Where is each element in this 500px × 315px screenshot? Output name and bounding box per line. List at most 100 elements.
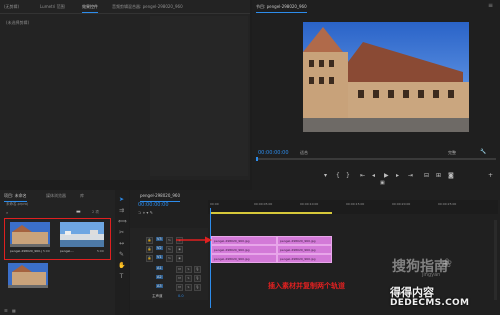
project-item-duration-1: 5:00: [43, 249, 50, 253]
program-monitor-panel: 节目: pengel-298020_960 ≡ 00:00:00:00 适合 完…: [252, 0, 500, 190]
go-to-in-icon[interactable]: ⇤: [360, 172, 365, 179]
sequence-building-thumbnail: [8, 263, 48, 288]
extract-icon[interactable]: ⊞: [436, 172, 441, 179]
a2-label[interactable]: A2: [156, 275, 163, 279]
v1-label[interactable]: V1: [156, 255, 163, 259]
clip-v3-2[interactable]: pengel-298020_960.jpg: [277, 236, 332, 245]
export-frame-icon[interactable]: ◙: [448, 172, 454, 179]
pen-tool-icon[interactable]: ✎: [118, 251, 125, 258]
master-track-label: 主声道: [152, 294, 163, 298]
a2-solo-icon[interactable]: S: [185, 275, 192, 282]
search-icon[interactable]: ⌕: [6, 210, 8, 215]
tab-audio-mixer[interactable]: 音频剪辑混合器: pengel-298020_960: [112, 2, 183, 12]
track-select-tool-icon[interactable]: ⇉: [118, 207, 125, 214]
project-item-name-2[interactable]: pengel-...: [60, 249, 74, 253]
project-item-thumbnail-1[interactable]: [10, 222, 50, 247]
razor-tool-icon[interactable]: ✂: [118, 229, 125, 236]
ruler-label-4: 00:00:20:00: [392, 202, 411, 206]
clip-v3-1[interactable]: pengel-298020_960.jpg: [211, 236, 277, 245]
panel-divider: [0, 13, 250, 14]
timeline-timecode[interactable]: 00:00:00:00: [138, 202, 169, 208]
ruler-label-0: 00:00: [210, 202, 219, 206]
watermark-logo: 搜狗指南 ❀ jingyan 得得内容 DEDECMS.COM: [384, 254, 500, 315]
watermark-site-url: DEDECMS.COM: [390, 298, 470, 308]
program-scrub-bar[interactable]: [256, 158, 496, 160]
a3-label[interactable]: A3: [156, 284, 163, 288]
tab-source[interactable]: (无剪辑): [4, 2, 19, 12]
tab-effect-controls[interactable]: 效果控件: [82, 2, 98, 13]
icon-view-icon[interactable]: ▦: [12, 308, 16, 313]
a1-solo-icon[interactable]: S: [185, 266, 192, 273]
tab-libraries[interactable]: 库: [80, 191, 84, 201]
add-marker-icon[interactable]: ▾: [324, 172, 327, 179]
slip-tool-icon[interactable]: ↔: [118, 240, 125, 247]
v2-eye-icon[interactable]: ◉: [176, 246, 183, 253]
selection-tool-icon[interactable]: ➤: [118, 196, 125, 203]
fit-dropdown[interactable]: 适合: [300, 150, 308, 156]
play-icon[interactable]: ▶: [384, 172, 389, 179]
a3-mic-icon[interactable]: 🎙: [194, 284, 201, 291]
ripple-edit-tool-icon[interactable]: ⟺: [118, 218, 127, 225]
program-timecode[interactable]: 00:00:00:00: [258, 150, 289, 156]
tab-media-browser[interactable]: 媒体浏览器: [46, 191, 66, 201]
ruler-label-2: 00:00:10:00: [300, 202, 319, 206]
clip-v2-2[interactable]: pengel-298020_960.jpg: [277, 245, 332, 254]
clip-v1-2[interactable]: pengel-298020_960.jpg: [277, 254, 332, 263]
hand-tool-icon[interactable]: ✋: [118, 262, 125, 269]
v2-sync-icon[interactable]: ⇆: [166, 246, 173, 253]
new-bin-icon[interactable]: ▬: [76, 209, 81, 215]
playhead-marker[interactable]: [256, 157, 258, 161]
button-editor-icon[interactable]: +: [488, 172, 493, 179]
a2-mic-icon[interactable]: 🎙: [194, 275, 201, 282]
v1-sync-icon[interactable]: ⇆: [166, 255, 173, 262]
v3-sync-icon[interactable]: ⇆: [166, 237, 173, 244]
lift-icon[interactable]: ⊟: [424, 172, 429, 179]
project-item-thumbnail-2[interactable]: [60, 222, 104, 247]
project-panel: 项目: 未命名 媒体浏览器 库 未命名.prproj ⌕ ▬ 2 项 penge…: [0, 190, 115, 315]
program-monitor-title[interactable]: 节目: pengel-298020_960: [256, 2, 307, 13]
master-track-value[interactable]: 0.0: [178, 294, 184, 298]
wrench-icon[interactable]: 🔧: [480, 149, 486, 155]
work-area-bar[interactable]: [210, 212, 332, 214]
v2-label[interactable]: V2: [156, 246, 163, 250]
tab-project[interactable]: 项目: 未命名: [4, 191, 27, 202]
go-to-out-icon[interactable]: ⇥: [408, 172, 413, 179]
v1-lock-icon[interactable]: 🔒: [146, 255, 153, 262]
v3-lock-icon[interactable]: 🔒: [146, 237, 153, 244]
v3-label[interactable]: V3: [156, 237, 163, 241]
step-forward-icon[interactable]: ▸: [396, 172, 399, 179]
a2-mute-icon[interactable]: M: [176, 275, 183, 282]
annotation-arrow: [176, 236, 212, 244]
list-view-icon[interactable]: ☰: [4, 308, 8, 313]
town-hall-building-illustration: [303, 27, 469, 132]
a3-solo-icon[interactable]: S: [185, 284, 192, 291]
type-tool-icon[interactable]: T: [118, 273, 125, 280]
a3-mute-icon[interactable]: M: [176, 284, 183, 291]
no-clip-selected-text: (未选择剪辑): [6, 20, 30, 25]
mark-out-icon[interactable]: }: [346, 172, 350, 179]
panel-menu-icon[interactable]: ≡: [488, 2, 493, 9]
clip-v1-1[interactable]: pengel-298020_960.jpg: [211, 254, 277, 263]
a1-mute-icon[interactable]: M: [176, 266, 183, 273]
effect-controls-timeline-area: [150, 16, 248, 176]
annotation-text: 插入素材并复制两个轨道: [268, 282, 345, 290]
building-thumbnail-1: [10, 222, 50, 247]
a1-label[interactable]: A1: [156, 266, 163, 270]
mark-in-icon[interactable]: {: [336, 172, 340, 179]
project-item-duration-2: 5:00: [97, 249, 104, 253]
v1-eye-icon[interactable]: ◉: [176, 255, 183, 262]
compare-view-icon[interactable]: ▣: [380, 180, 385, 186]
a1-mic-icon[interactable]: 🎙: [194, 266, 201, 273]
effect-controls-panel: (无剪辑) Lumetri 范围 效果控件 音频剪辑混合器: pengel-29…: [0, 0, 250, 180]
project-item-name-1[interactable]: pengel-298020_960.jpg: [10, 249, 42, 253]
step-back-icon[interactable]: ◂: [372, 172, 375, 179]
watermark-sub-text: jingyan: [422, 272, 441, 278]
v2-lock-icon[interactable]: 🔒: [146, 246, 153, 253]
item-count: 2 项: [92, 210, 99, 214]
resolution-dropdown[interactable]: 完整: [448, 150, 456, 156]
timeline-tab[interactable]: pengel-298020_960: [140, 191, 180, 202]
tab-lumetri-scopes[interactable]: Lumetri 范围: [40, 2, 65, 12]
snap-icon[interactable]: ⊃ ⋄ ▾ ✎: [138, 210, 153, 215]
clip-v2-1[interactable]: pengel-298020_960.jpg: [211, 245, 277, 254]
sequence-thumbnail[interactable]: [8, 263, 48, 288]
